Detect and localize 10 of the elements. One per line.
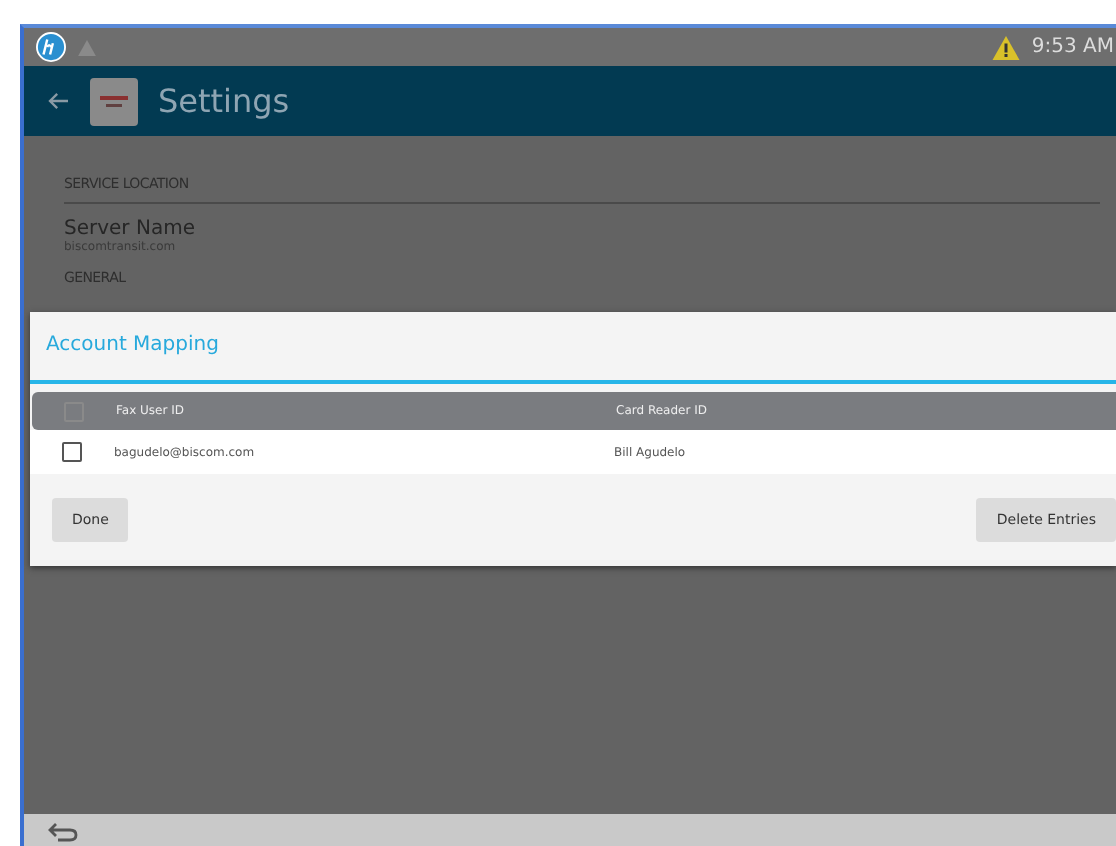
hp-logo-icon [36, 32, 66, 62]
row-checkbox[interactable] [62, 442, 82, 462]
return-arrow-icon[interactable] [48, 822, 80, 842]
back-arrow-icon[interactable] [48, 92, 70, 110]
app-logo-icon [90, 77, 138, 125]
dialog-title: Account Mapping [30, 312, 1116, 384]
warning-icon [78, 39, 96, 55]
field-label: Server Name [64, 218, 197, 240]
clock-time: 9:53 AM [1031, 36, 1114, 58]
page-title: Settings [158, 82, 290, 120]
